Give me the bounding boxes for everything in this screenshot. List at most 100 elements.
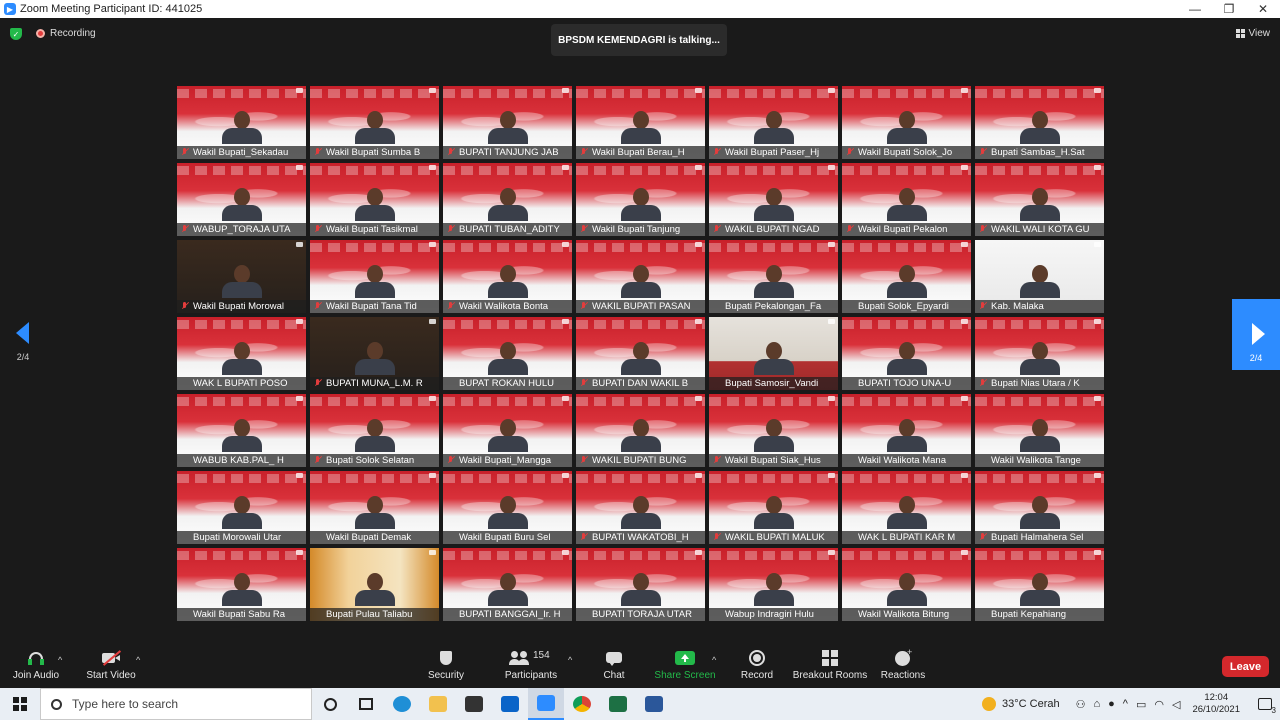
breakout-rooms-button[interactable]: Breakout Rooms xyxy=(792,650,868,681)
participant-video-tile[interactable]: Wakil Bupati_Mangga xyxy=(443,394,572,467)
participant-video-tile[interactable]: BUPATI BANGGAI_Ir. H xyxy=(443,548,572,621)
tile-more-options-icon[interactable] xyxy=(562,242,569,247)
tile-more-options-icon[interactable] xyxy=(562,88,569,93)
next-page-button[interactable]: 2/4 xyxy=(1232,299,1280,370)
participant-video-tile[interactable]: WAKIL BUPATI PASAN xyxy=(576,240,705,313)
tile-more-options-icon[interactable] xyxy=(695,165,702,170)
tile-more-options-icon[interactable] xyxy=(1094,88,1101,93)
participant-video-tile[interactable]: Wakil Walikota Bonta xyxy=(443,240,572,313)
taskbar-word[interactable] xyxy=(636,688,672,720)
tile-more-options-icon[interactable] xyxy=(961,242,968,247)
view-button[interactable]: View xyxy=(1235,28,1270,39)
participant-video-tile[interactable]: Wabup Indragiri Hulu xyxy=(709,548,838,621)
tile-more-options-icon[interactable] xyxy=(562,473,569,478)
participant-video-tile[interactable]: Wakil Bupati Morowal xyxy=(177,240,306,313)
volume-icon[interactable]: ◁ xyxy=(1172,698,1180,711)
participant-video-tile[interactable]: WAKIL BUPATI MALUK xyxy=(709,471,838,544)
participant-video-tile[interactable]: Wakil Bupati Tasikmal xyxy=(310,163,439,236)
tile-more-options-icon[interactable] xyxy=(695,396,702,401)
participant-video-tile[interactable]: Bupati Kepahiang xyxy=(975,548,1104,621)
minimize-button[interactable]: — xyxy=(1178,0,1212,18)
participant-video-tile[interactable]: Wakil Bupati_Sekadau xyxy=(177,86,306,159)
participant-video-tile[interactable]: Wakil Bupati Sabu Ra xyxy=(177,548,306,621)
participant-video-tile[interactable]: Kab. Malaka xyxy=(975,240,1104,313)
taskbar-clock[interactable]: 12:04 26/10/2021 xyxy=(1192,692,1240,716)
participant-video-tile[interactable]: Wakil Walikota Bitung xyxy=(842,548,971,621)
tile-more-options-icon[interactable] xyxy=(429,396,436,401)
video-options-caret[interactable]: ^ xyxy=(136,655,140,665)
participant-video-tile[interactable]: BUPAT ROKAN HULU xyxy=(443,317,572,390)
tile-more-options-icon[interactable] xyxy=(429,242,436,247)
tile-more-options-icon[interactable] xyxy=(429,473,436,478)
tile-more-options-icon[interactable] xyxy=(429,550,436,555)
start-video-button[interactable]: Start Video xyxy=(84,650,138,681)
participant-video-tile[interactable]: BUPATI MUNA_L.M. R xyxy=(310,317,439,390)
taskbar-mail[interactable] xyxy=(492,688,528,720)
tile-more-options-icon[interactable] xyxy=(1094,550,1101,555)
participant-video-tile[interactable]: Wakil Bupati Sumba B xyxy=(310,86,439,159)
tile-more-options-icon[interactable] xyxy=(695,242,702,247)
tile-more-options-icon[interactable] xyxy=(828,242,835,247)
participant-video-tile[interactable]: Wakil Bupati Buru Sel xyxy=(443,471,572,544)
taskbar-search-box[interactable]: Type here to search xyxy=(40,688,312,720)
close-button[interactable]: ✕ xyxy=(1246,0,1280,18)
audio-options-caret[interactable]: ^ xyxy=(58,655,62,665)
share-screen-button[interactable]: Share Screen xyxy=(654,650,716,681)
participant-video-tile[interactable]: Bupati Halmahera Sel xyxy=(975,471,1104,544)
recording-indicator[interactable]: Recording xyxy=(36,28,96,39)
tile-more-options-icon[interactable] xyxy=(1094,242,1101,247)
tile-more-options-icon[interactable] xyxy=(296,550,303,555)
tile-more-options-icon[interactable] xyxy=(695,473,702,478)
tile-more-options-icon[interactable] xyxy=(562,396,569,401)
participant-video-tile[interactable]: Bupati Morowali Utar xyxy=(177,471,306,544)
tile-more-options-icon[interactable] xyxy=(296,396,303,401)
reactions-button[interactable]: + Reactions xyxy=(880,647,926,681)
participant-video-tile[interactable]: BUPATI DAN WAKIL B xyxy=(576,317,705,390)
previous-page-button[interactable]: 2/4 xyxy=(8,322,38,372)
participant-video-tile[interactable]: Bupati Pulau Taliabu xyxy=(310,548,439,621)
battery-icon[interactable]: ▭ xyxy=(1136,698,1146,711)
tile-more-options-icon[interactable] xyxy=(828,550,835,555)
tile-more-options-icon[interactable] xyxy=(828,473,835,478)
tile-more-options-icon[interactable] xyxy=(1094,396,1101,401)
tile-more-options-icon[interactable] xyxy=(961,396,968,401)
tile-more-options-icon[interactable] xyxy=(296,473,303,478)
tile-more-options-icon[interactable] xyxy=(562,319,569,324)
participant-video-tile[interactable]: Wakil Bupati Solok_Jo xyxy=(842,86,971,159)
participant-video-tile[interactable]: BUPATI TUBAN_ADITY xyxy=(443,163,572,236)
tile-more-options-icon[interactable] xyxy=(828,319,835,324)
participant-video-tile[interactable]: BUPATI TOJO UNA-U xyxy=(842,317,971,390)
participant-video-tile[interactable]: Bupati Solok_Epyardi xyxy=(842,240,971,313)
tile-more-options-icon[interactable] xyxy=(961,88,968,93)
tile-more-options-icon[interactable] xyxy=(961,165,968,170)
participant-video-tile[interactable]: WAKIL BUPATI BUNG xyxy=(576,394,705,467)
participant-video-tile[interactable]: BUPATI TORAJA UTAR xyxy=(576,548,705,621)
taskbar-file-explorer[interactable] xyxy=(420,688,456,720)
participant-video-tile[interactable]: Wakil Walikota Tange xyxy=(975,394,1104,467)
participant-video-tile[interactable]: Bupati Sambas_H.Sat xyxy=(975,86,1104,159)
network-icon[interactable]: ⌂ xyxy=(1093,698,1100,710)
participant-video-tile[interactable]: Wakil Walikota Mana xyxy=(842,394,971,467)
taskbar-zoom[interactable] xyxy=(528,688,564,720)
participant-video-tile[interactable]: BUPATI WAKATOBI_H xyxy=(576,471,705,544)
start-button[interactable] xyxy=(0,688,40,720)
tile-more-options-icon[interactable] xyxy=(961,319,968,324)
tile-more-options-icon[interactable] xyxy=(695,88,702,93)
weather-sun-icon[interactable] xyxy=(982,697,996,711)
tile-more-options-icon[interactable] xyxy=(562,550,569,555)
participant-video-tile[interactable]: Wakil Bupati Tanjung xyxy=(576,163,705,236)
tile-more-options-icon[interactable] xyxy=(828,396,835,401)
participant-video-tile[interactable]: WAK L BUPATI POSO xyxy=(177,317,306,390)
participant-video-tile[interactable]: WAKIL WALI KOTA GU xyxy=(975,163,1104,236)
tile-more-options-icon[interactable] xyxy=(828,165,835,170)
tile-more-options-icon[interactable] xyxy=(296,319,303,324)
participant-video-tile[interactable]: Wakil Bupati Tana Tid xyxy=(310,240,439,313)
participant-video-tile[interactable]: Bupati Pekalongan_Fa xyxy=(709,240,838,313)
participant-video-tile[interactable]: Wakil Bupati Siak_Hus xyxy=(709,394,838,467)
tile-more-options-icon[interactable] xyxy=(695,550,702,555)
task-view-button[interactable] xyxy=(348,688,384,720)
participant-video-tile[interactable]: Wakil Bupati Demak xyxy=(310,471,439,544)
people-icon[interactable]: ⚇ xyxy=(1076,698,1086,711)
tile-more-options-icon[interactable] xyxy=(296,242,303,247)
chat-button[interactable]: Chat xyxy=(596,650,632,681)
